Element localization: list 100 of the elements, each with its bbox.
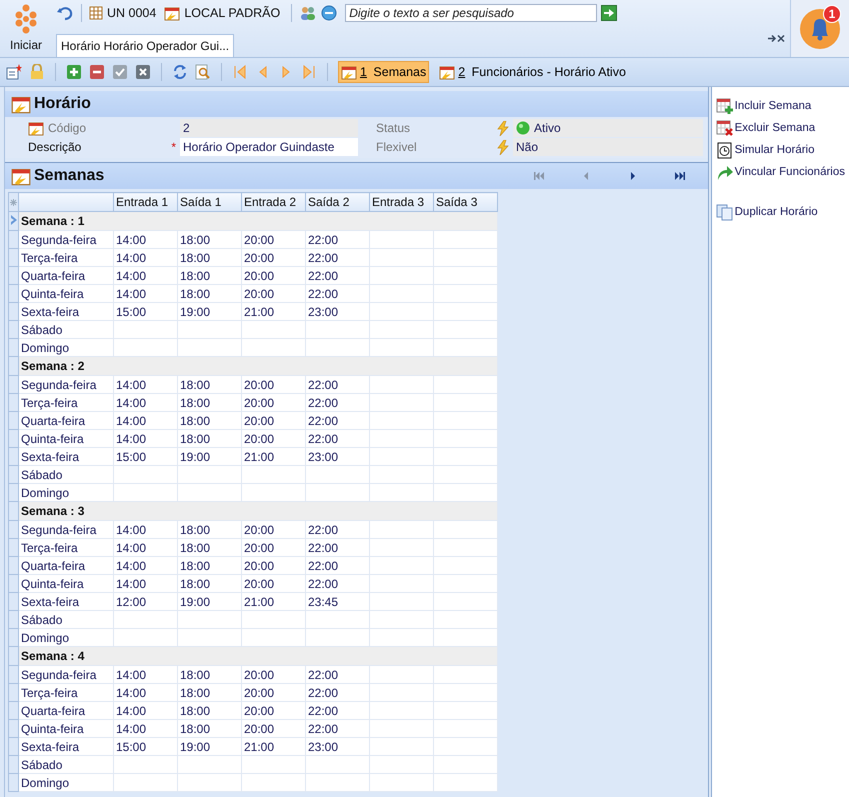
table-cell: 18:00 bbox=[178, 266, 242, 284]
table-cell: 20:00 bbox=[242, 394, 306, 412]
table-cell: 22:00 bbox=[306, 520, 370, 538]
table-cell: 20:00 bbox=[242, 412, 306, 430]
table-cell: 21:00 bbox=[242, 302, 306, 320]
table-cell: Quarta-feira bbox=[18, 412, 114, 430]
new-record-icon[interactable] bbox=[6, 64, 22, 80]
field-label: Descrição bbox=[28, 140, 82, 154]
table-cell: Segunda-feira bbox=[18, 230, 114, 248]
table-cell: Sábado bbox=[18, 466, 114, 484]
document-tab[interactable]: Horário Horário Operador Gui... bbox=[56, 34, 234, 57]
table-cell: 21:00 bbox=[242, 448, 306, 466]
search-field[interactable]: Digite o texto a ser pesquisado bbox=[345, 4, 598, 22]
unit-label[interactable]: UN 0004 bbox=[107, 6, 156, 20]
table-cell: 22:00 bbox=[306, 702, 370, 720]
table-cell: 23:00 bbox=[306, 302, 370, 320]
close-icon[interactable] bbox=[768, 34, 786, 43]
remove-icon[interactable] bbox=[89, 64, 105, 80]
table-cell: 14:00 bbox=[114, 376, 178, 394]
table-cell: 20:00 bbox=[242, 520, 306, 538]
table-cell: 22:00 bbox=[306, 684, 370, 702]
view-tab[interactable]: 2 Funcionários - Horário Ativo bbox=[436, 61, 629, 83]
table-cell: 18:00 bbox=[178, 702, 242, 720]
refresh-icon[interactable] bbox=[172, 64, 188, 80]
field-value: Ativo bbox=[513, 119, 703, 137]
group-header[interactable]: Semana : 4 bbox=[21, 649, 84, 663]
location-label[interactable]: LOCAL PADRÃO bbox=[184, 6, 280, 20]
table-cell: 20:00 bbox=[242, 702, 306, 720]
table-cell: 21:00 bbox=[242, 592, 306, 610]
panel-title: Semanas bbox=[34, 167, 104, 185]
table-cell: Sexta-feira bbox=[18, 448, 114, 466]
table-cell: 18:00 bbox=[178, 430, 242, 448]
table-cell: 20:00 bbox=[242, 230, 306, 248]
table-cell: 19:00 bbox=[178, 448, 242, 466]
column-header[interactable]: Entrada 2 bbox=[242, 192, 306, 212]
column-header[interactable]: Entrada 3 bbox=[370, 192, 434, 212]
calendar-icon bbox=[341, 64, 357, 80]
table-cell: Segunda-feira bbox=[18, 666, 114, 684]
table-cell: 19:00 bbox=[178, 738, 242, 756]
table-cell: Quarta-feira bbox=[18, 556, 114, 574]
calendar-delete-icon bbox=[716, 120, 734, 136]
arrow-icon bbox=[716, 164, 734, 180]
undo-icon[interactable] bbox=[56, 5, 74, 21]
lightning-icon bbox=[497, 120, 509, 136]
table-cell: 22:00 bbox=[306, 394, 370, 412]
table-cell: Sexta-feira bbox=[18, 592, 114, 610]
table-cell: 14:00 bbox=[114, 666, 178, 684]
action-link[interactable]: Excluir Semana bbox=[716, 119, 845, 137]
table-cell: 22:00 bbox=[306, 376, 370, 394]
table-cell: Terça-feira bbox=[18, 248, 114, 266]
action-link[interactable]: Duplicar Horário bbox=[716, 203, 845, 221]
table-cell: 18:00 bbox=[178, 394, 242, 412]
go-icon[interactable] bbox=[601, 5, 618, 21]
table-cell: 22:00 bbox=[306, 266, 370, 284]
view-tab[interactable]: 1 Semanas bbox=[338, 61, 430, 83]
table-cell: 14:00 bbox=[114, 230, 178, 248]
table-cell: 20:00 bbox=[242, 574, 306, 592]
status-dot-icon bbox=[516, 121, 530, 135]
table-cell: 20:00 bbox=[242, 430, 306, 448]
action-link[interactable]: Incluir Semana bbox=[716, 97, 845, 115]
copy-icon bbox=[716, 204, 734, 220]
users-icon[interactable] bbox=[299, 5, 318, 21]
lock-icon[interactable] bbox=[29, 64, 45, 80]
notification-badge: 1 bbox=[823, 5, 841, 23]
asterisk-icon bbox=[10, 199, 17, 206]
table-cell: Quinta-feira bbox=[18, 574, 114, 592]
group-header[interactable]: Semana : 1 bbox=[21, 214, 84, 228]
table-cell: Quarta-feira bbox=[18, 266, 114, 284]
table-cell: Quinta-feira bbox=[18, 430, 114, 448]
table-cell: 20:00 bbox=[242, 666, 306, 684]
table-cell: 18:00 bbox=[178, 412, 242, 430]
column-header[interactable]: Saída 1 bbox=[178, 192, 242, 212]
table-cell: 22:00 bbox=[306, 248, 370, 266]
table-cell: 21:00 bbox=[242, 738, 306, 756]
group-header[interactable]: Semana : 2 bbox=[21, 359, 84, 373]
table-cell: 22:00 bbox=[306, 284, 370, 302]
table-cell: 18:00 bbox=[178, 284, 242, 302]
column-header[interactable]: Saída 2 bbox=[306, 192, 370, 212]
column-header[interactable]: Saída 3 bbox=[434, 192, 498, 212]
table-cell: 22:00 bbox=[306, 666, 370, 684]
table-cell: 19:00 bbox=[178, 302, 242, 320]
add-icon[interactable] bbox=[66, 64, 82, 80]
action-link[interactable]: Vincular Funcionários bbox=[716, 163, 845, 181]
table-cell: 23:00 bbox=[306, 448, 370, 466]
table-cell: 18:00 bbox=[178, 248, 242, 266]
table-cell: Quinta-feira bbox=[18, 284, 114, 302]
action-link[interactable]: Simular Horário bbox=[716, 141, 845, 159]
table-cell: 20:00 bbox=[242, 720, 306, 738]
find-icon[interactable] bbox=[195, 64, 211, 80]
field-value: Não bbox=[513, 138, 703, 156]
column-header[interactable]: Entrada 1 bbox=[114, 192, 178, 212]
panel-title: Horário bbox=[34, 95, 91, 113]
last-icon[interactable] bbox=[674, 172, 685, 180]
field-label: Flexivel bbox=[376, 140, 417, 154]
table-cell: 20:00 bbox=[242, 266, 306, 284]
group-header[interactable]: Semana : 3 bbox=[21, 504, 84, 518]
start-button[interactable]: Iniciar bbox=[0, 0, 52, 57]
table-cell: Domingo bbox=[18, 774, 114, 792]
field-value[interactable]: Horário Operador Guindaste bbox=[180, 138, 358, 156]
table-cell: Quinta-feira bbox=[18, 720, 114, 738]
